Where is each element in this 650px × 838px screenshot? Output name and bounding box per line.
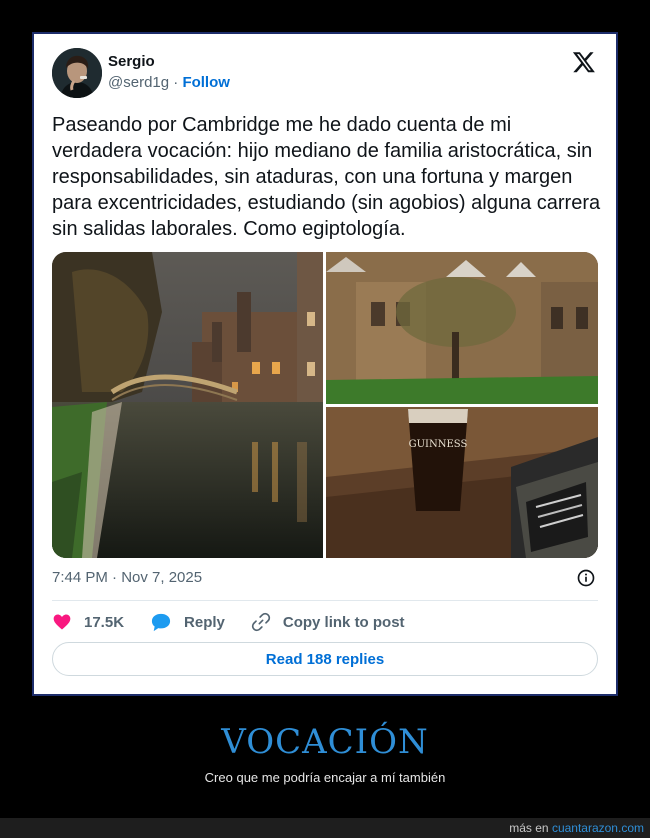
tweet-card: Sergio @serd1g · Follow Paseando por Cam… (34, 34, 616, 694)
post-timestamp[interactable]: 7:44 PM · Nov 7, 2025 (52, 569, 202, 586)
author-name[interactable]: Sergio (108, 53, 155, 70)
poster-subtitle: Creo que me podría encajar a mí también (204, 770, 446, 785)
guinness-label: GUINNESS (409, 439, 468, 450)
reply-label: Reply (184, 613, 225, 631)
follow-button[interactable]: Follow (182, 74, 230, 91)
handle-separator: · (173, 74, 179, 91)
poster-title: VOCACIÓN (221, 722, 429, 762)
avatar[interactable] (52, 48, 102, 98)
photo-guinness-pint[interactable]: GUINNESS (326, 407, 598, 558)
like-button[interactable]: 17.5K (52, 612, 124, 632)
footer-bar: más en cuantarazon.com (0, 818, 650, 838)
x-logo-icon[interactable] (572, 50, 596, 74)
footer-text: más en cuantarazon.com (509, 821, 644, 835)
like-count: 17.5K (84, 613, 125, 631)
footer-prefix: más en (509, 821, 549, 835)
heart-icon (53, 614, 71, 630)
copy-link-button[interactable]: Copy link to post (251, 612, 405, 632)
divider (52, 600, 598, 601)
tweet-card-frame: Sergio @serd1g · Follow Paseando por Cam… (32, 32, 618, 696)
footer-site-link[interactable]: cuantarazon.com (552, 821, 644, 835)
action-bar: 17.5K Reply Copy link to post (52, 610, 431, 634)
info-icon[interactable] (576, 568, 596, 588)
copy-link-label: Copy link to post (282, 613, 405, 631)
author-handle[interactable]: @serd1g (108, 74, 169, 91)
tweet-text: Paseando por Cambridge me he dado cuenta… (52, 114, 601, 240)
media-grid: GUINNESS (52, 252, 598, 558)
read-replies-button[interactable]: Read 188 replies (52, 642, 598, 676)
link-icon (251, 612, 271, 632)
author-handle-line: @serd1g · Follow (108, 74, 230, 91)
photo-cambridge-river-night[interactable] (52, 252, 323, 558)
reply-button[interactable]: Reply (150, 612, 225, 632)
photo-college-courtyard-tree[interactable] (326, 252, 598, 404)
reply-bubble-icon (151, 613, 171, 632)
